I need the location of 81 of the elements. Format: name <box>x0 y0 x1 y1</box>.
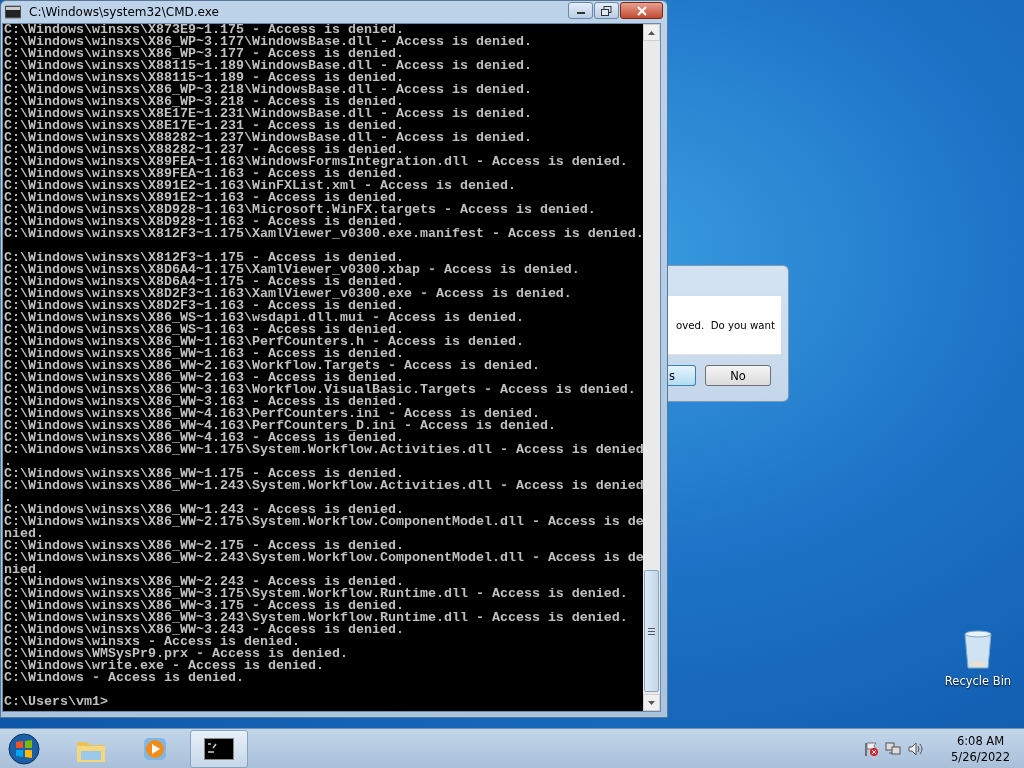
console-line: C:\Windows\winsxs\X86_WW~1.175 - Access is denied. <box>4 468 404 480</box>
console-line: C:\Windows\winsxs\X8D6A4~1.175 - Access is denied. <box>4 276 404 288</box>
network-icon[interactable] <box>885 740 902 757</box>
start-button[interactable] <box>8 732 40 765</box>
close-icon <box>636 5 647 16</box>
scroll-down-button[interactable] <box>643 694 660 711</box>
console-line: . <box>4 492 12 504</box>
console-line: C:\Windows\winsxs\X86_WW~1.175\System.Workflow.Activities.dll - Access is denied <box>4 444 643 456</box>
scroll-up-button[interactable] <box>643 24 660 41</box>
console-line: C:\Windows\winsxs\X88115~1.189\WindowsBase.dll - Access is denied. <box>4 60 532 72</box>
console-line: C:\Windows\winsxs\X873E9~1.175 - Access is denied. <box>4 24 404 36</box>
console-line: C:\Windows\winsxs\X89FEA~1.163 - Access is denied. <box>4 168 404 180</box>
close-button[interactable] <box>620 2 663 19</box>
taskbar-button[interactable] <box>190 729 248 768</box>
console-line: C:\Windows\winsxs\X8E17E~1.231\WindowsBase.dll - Access is denied. <box>4 108 532 120</box>
flag-icon[interactable] <box>863 740 880 757</box>
console-line: C:\Windows\winsxs\X86_WW~2.163 - Access is denied. <box>4 372 404 384</box>
speaker-icon[interactable] <box>907 740 924 757</box>
console-line: C:\Windows\winsxs\X86_WW~3.243 - Access is denied. <box>4 624 404 636</box>
console-line: C:\Windows\winsxs\X86_WP~3.218\WindowsBase.dll - Access is denied. <box>4 84 532 96</box>
console-line: C:\Windows\winsxs\X86_WW~3.163 - Access is denied. <box>4 396 404 408</box>
console-line: C:\Windows\winsxs\X86_WW~3.175\System.Workflow.Runtime.dll - Access is denied. <box>4 588 628 600</box>
dialog-button[interactable]: s <box>668 365 696 386</box>
console-line: . <box>4 456 12 468</box>
console-line: C:\Windows\winsxs\X8D928~1.163\Microsoft.WinFX.targets - Access is denied. <box>4 204 596 216</box>
console-line: C:\Windows\winsxs\X812F3~1.175\XamlViewer_v0300.exe.manifest - Access is denied. <box>4 228 643 240</box>
console-line: C:\Windows\winsxs\X891E2~1.163\WinFXList.xml - Access is denied. <box>4 180 516 192</box>
console-line: C:\Windows\winsxs\X89FEA~1.163\WindowsFormsIntegration.dll - Access is denied. <box>4 156 628 168</box>
console-app-icon <box>5 5 21 19</box>
console-line: C:\Windows\winsxs\X86_WW~1.243 - Access is denied. <box>4 504 404 516</box>
console-line: C:\Windows\winsxs\X86_WW~1.163\PerfCounters.h - Access is denied. <box>4 336 524 348</box>
console-line: C:\Windows\winsxs\X86_WW~2.163\Workflow.Targets - Access is denied. <box>4 360 540 372</box>
console-line: C:\Windows\winsxs\X8D2F3~1.163\XamlViewer_v0300.exe - Access is denied. <box>4 288 572 300</box>
console-line: C:\Windows\winsxs\X86_WP~3.177 - Access is denied. <box>4 48 404 60</box>
console-line: C:\Windows\winsxs\X891E2~1.163 - Access is denied. <box>4 192 404 204</box>
window-title: C:\Windows\system32\CMD.exe <box>29 5 219 19</box>
console-line: C:\Windows - Access is denied. <box>4 672 244 684</box>
console-line: C:\Windows\winsxs\X86_WP~3.218 - Access is denied. <box>4 96 404 108</box>
desktop-icon-label[interactable]: Recycle Bin <box>944 674 1012 688</box>
console-line: C:\Windows\winsxs\X86_WW~3.243\System.Workflow.Runtime.dll - Access is denied. <box>4 612 628 624</box>
console-line: C:\Windows\winsxs\X86_WW~2.243 - Access is denied. <box>4 576 404 588</box>
console-line: C:\Windows\winsxs\X86_WW~2.175 - Access is denied. <box>4 540 404 552</box>
console-line: C:\Windows\winsxs - Access is denied. <box>4 636 300 648</box>
console-line: C:\Windows\WMSysPr9.prx - Access is denied. <box>4 648 348 660</box>
console-line: C:\Windows\write.exe - Access is denied. <box>4 660 324 672</box>
restore-icon <box>601 5 612 16</box>
console-line: C:\Windows\winsxs\X86_WW~2.243\System.Workflow.ComponentModel.dll - Access is de <box>4 552 643 564</box>
grip-icon <box>648 627 655 635</box>
console-line: C:\Windows\winsxs\X88282~1.237 - Access is denied. <box>4 144 404 156</box>
console-line: C:\Windows\winsxs\X86_WW~3.163\Workflow.VisualBasic.Targets - Access is denied. <box>4 384 636 396</box>
console-line: C:\Windows\winsxs\X86_WP~3.177\WindowsBase.dll - Access is denied. <box>4 36 532 48</box>
console-line: nied. <box>4 564 44 576</box>
console-line: C:\Windows\winsxs\X88282~1.237\WindowsBase.dll - Access is denied. <box>4 132 532 144</box>
up-arrow-icon <box>648 30 655 35</box>
restore-button[interactable] <box>594 2 619 19</box>
console-line: C:\Windows\winsxs\X812F3~1.175 - Access is denied. <box>4 252 404 264</box>
console-line: C:\Windows\winsxs\X86_WW~1.243\System.Workflow.Activities.dll - Access is denied <box>4 480 643 492</box>
console-line: C:\Windows\winsxs\X86_WW~1.163 - Access is denied. <box>4 348 404 360</box>
command-prompt[interactable]: C:\Users\vm1> <box>4 696 108 708</box>
down-arrow-icon <box>648 700 655 705</box>
dialog-button[interactable]: No <box>705 365 771 386</box>
console-line: C:\Windows\winsxs\X86_WW~2.175\System.Workflow.ComponentModel.dll - Access is de <box>4 516 643 528</box>
console-line: C:\Windows\winsxs\X86_WW~4.163\PerfCounters_D.ini - Access is denied. <box>4 420 556 432</box>
dialog-message: oved. Do you want <box>676 319 775 331</box>
console-line: C:\Windows\winsxs\X8D6A4~1.175\XamlViewer_v0300.xbap - Access is denied. <box>4 264 580 276</box>
console-line: C:\Windows\winsxs\X86_WW~4.163 - Access is denied. <box>4 432 404 444</box>
console-line: C:\Windows\winsxs\X88115~1.189 - Access is denied. <box>4 72 404 84</box>
console-line: C:\Windows\winsxs\X86_WS~1.163 - Access is denied. <box>4 324 404 336</box>
console-line: C:\Windows\winsxs\X8D2F3~1.163 - Access is denied. <box>4 300 404 312</box>
console-line: C:\Windows\winsxs\X8E17E~1.231 - Access is denied. <box>4 120 404 132</box>
console-line: C:\Windows\winsxs\X86_WS~1.163\wsdapi.dll.mui - Access is denied. <box>4 312 524 324</box>
clock-time: 6:08 AM <box>956 732 1005 749</box>
console-line: C:\Windows\winsxs\X86_WW~3.175 - Access is denied. <box>4 600 404 612</box>
console-line: nied. <box>4 528 44 540</box>
minimize-button[interactable] <box>568 2 593 19</box>
console-icon <box>204 737 234 760</box>
console-line: C:\Windows\winsxs\X86_WW~4.163\PerfCounters.ini - Access is denied. <box>4 408 540 420</box>
clock[interactable]: 6:08 AM 5/26/2022 <box>951 732 1010 765</box>
clock-date: 5/26/2022 <box>951 748 1010 765</box>
console-line: C:\Windows\winsxs\X8D928~1.163 - Access is denied. <box>4 216 404 228</box>
scrollbar-thumb[interactable] <box>644 570 659 692</box>
